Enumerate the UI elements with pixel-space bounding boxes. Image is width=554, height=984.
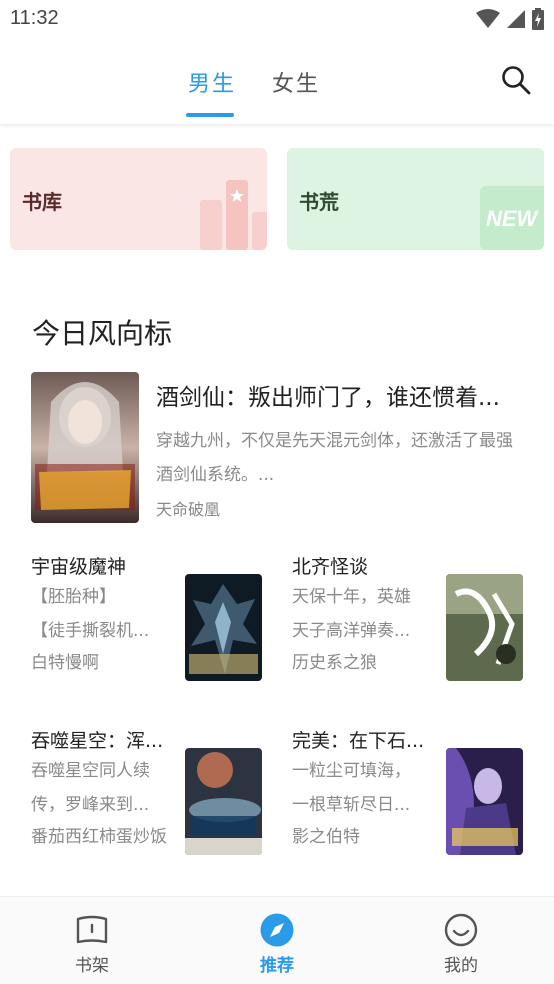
book-author: 影之伯特 — [292, 827, 360, 847]
library-banner[interactable]: 书库 — [10, 148, 267, 250]
book-title: 宇宙级魔神 — [31, 556, 127, 578]
status-icons — [476, 8, 544, 30]
status-bar: 11:32 — [0, 0, 554, 40]
tab-female[interactable]: 女生 — [272, 66, 320, 98]
book-author: 白特慢啊 — [31, 653, 99, 673]
nav-bookshelf[interactable]: 书架 — [47, 913, 137, 976]
status-time: 11:32 — [10, 7, 59, 29]
featured-book-desc: 穿越九州，不仅是先天混元剑体，还激活了最强酒剑仙系统。... — [156, 431, 513, 485]
active-tab-indicator — [186, 113, 234, 117]
featured-book-title: 酒剑仙：叛出师门了，谁还惯着... — [156, 385, 500, 411]
book-author: 番茄西红柿蛋炒饭 — [31, 827, 167, 847]
book-card[interactable]: 北齐怪谈 天保十年，英雄 天子高洋弹奏... 历史系之狼 — [292, 552, 524, 702]
smile-icon — [444, 913, 478, 947]
book-title: 完美：在下石... — [292, 730, 425, 752]
search-icon[interactable] — [500, 64, 532, 96]
nav-bookshelf-label: 书架 — [75, 956, 109, 976]
shortage-banner[interactable]: 书荒 NEW — [287, 148, 544, 250]
book-author: 历史系之狼 — [292, 653, 377, 673]
top-nav: 男生 女生 — [0, 40, 554, 124]
bottom-nav: 书架 推荐 我的 — [0, 896, 554, 984]
compass-icon — [260, 913, 294, 947]
tab-male[interactable]: 男生 — [188, 66, 236, 98]
book-card[interactable]: 完美：在下石... 一粒尘可填海， 一根草斩尽日... 影之伯特 — [292, 726, 524, 876]
book-title: 吞噬星空：浑... — [31, 730, 164, 752]
book-cover[interactable] — [185, 748, 262, 855]
nav-recommend[interactable]: 推荐 — [232, 913, 322, 976]
book-desc: 天保十年，英雄 天子高洋弹奏... — [292, 587, 411, 641]
book-cover[interactable] — [185, 574, 262, 681]
nav-recommend-label: 推荐 — [260, 956, 294, 976]
book-desc: 【胚胎种】 【徒手撕裂机... — [31, 587, 150, 641]
bookshelf-icon — [76, 915, 108, 944]
battery-icon — [532, 8, 544, 30]
library-label: 书库 — [22, 190, 62, 214]
nav-mine[interactable]: 我的 — [416, 913, 506, 976]
book-desc: 一粒尘可填海， 一根草斩尽日... — [292, 761, 411, 815]
nav-mine-label: 我的 — [444, 956, 478, 976]
book-title: 北齐怪谈 — [292, 556, 369, 578]
book-desc: 吞噬星空同人续 传，罗峰来到... — [31, 761, 150, 815]
featured-book[interactable]: 酒剑仙：叛出师门了，谁还惯着... 穿越九州，不仅是先天混元剑体，还激活了最强酒… — [31, 372, 531, 524]
section-title: 今日风向标 — [32, 317, 173, 350]
chart-bars-icon — [200, 180, 267, 250]
book-cover[interactable] — [446, 748, 523, 855]
signal-icon — [507, 10, 525, 28]
book-card[interactable]: 吞噬星空：浑... 吞噬星空同人续 传，罗峰来到... 番茄西红柿蛋炒饭 — [31, 726, 263, 876]
featured-book-author: 天命破凰 — [156, 500, 221, 519]
book-card[interactable]: 宇宙级魔神 【胚胎种】 【徒手撕裂机... 白特慢啊 — [31, 552, 263, 702]
wifi-icon — [476, 9, 500, 28]
book-cover[interactable] — [446, 574, 523, 681]
featured-book-cover[interactable] — [31, 372, 139, 523]
new-badge-icon: NEW — [480, 186, 544, 250]
svg-text:NEW: NEW — [486, 206, 540, 231]
shortage-label: 书荒 — [299, 190, 339, 214]
